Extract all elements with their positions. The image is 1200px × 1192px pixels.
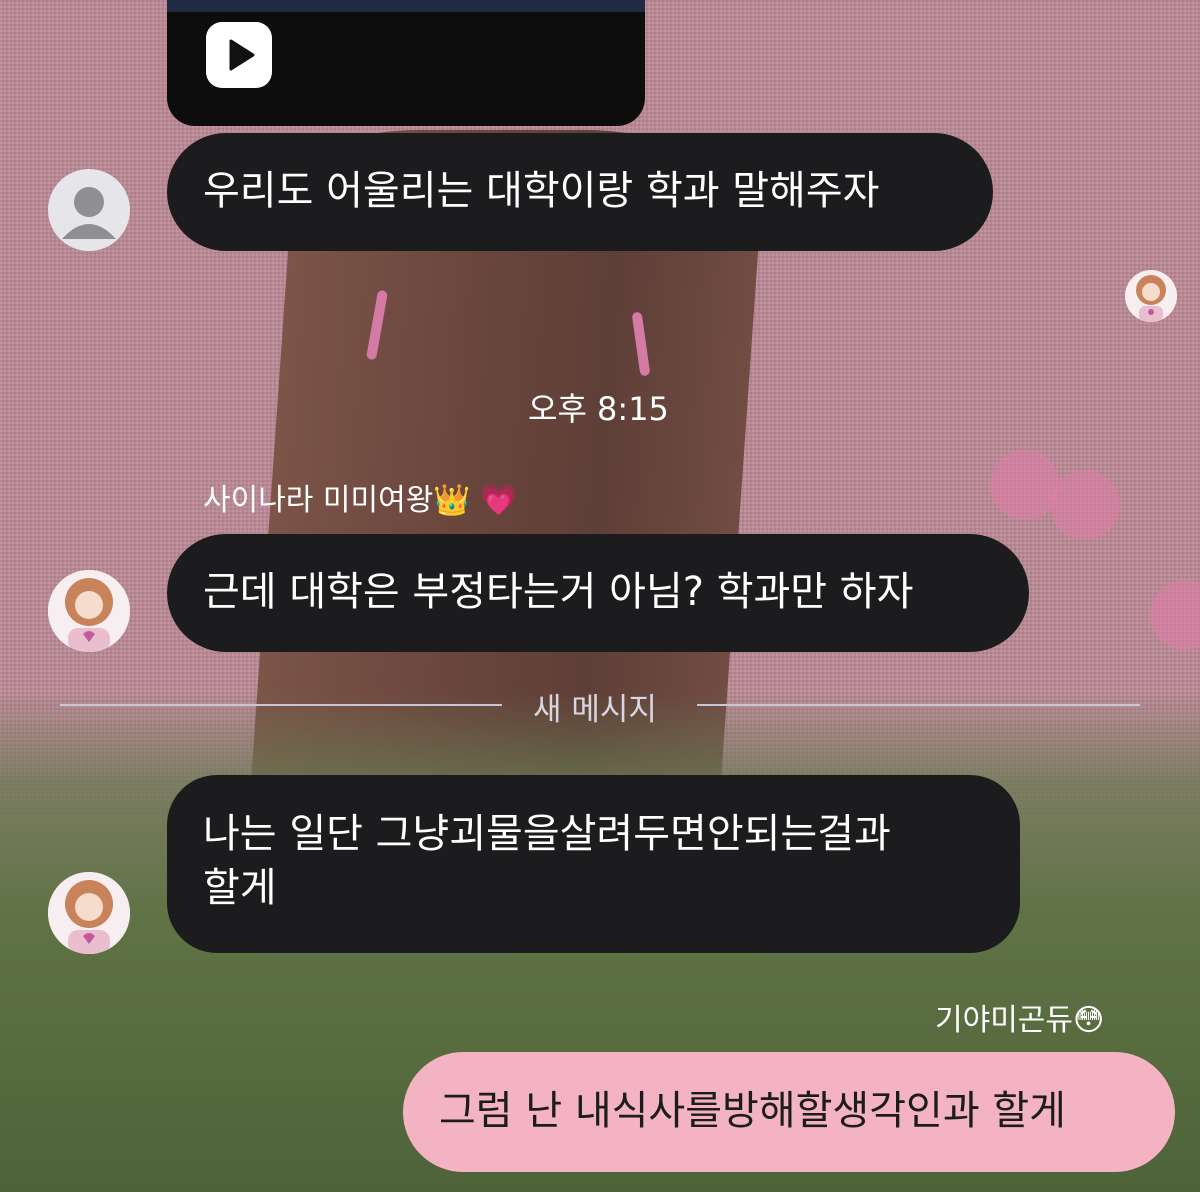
message-text-line: 할게 <box>203 865 277 911</box>
message-bubble[interactable]: 그럼 난 내식사를방해할생각인과 할게 <box>403 1052 1175 1172</box>
message-bubble[interactable]: 근데 대학은 부정타는거 아님? 학과만 하자 <box>167 534 1029 652</box>
avatar-default[interactable] <box>48 169 130 251</box>
play-icon[interactable] <box>206 22 272 88</box>
message-text: 그럼 난 내식사를방해할생각인과 할게 <box>439 1088 1066 1134</box>
sender-name: 사이나라 미미여왕👑 💗 <box>203 483 518 518</box>
divider-line-right <box>697 704 1140 706</box>
message-bubble[interactable]: 우리도 어울리는 대학이랑 학과 말해주자 <box>167 133 993 251</box>
background-flower <box>1150 580 1200 650</box>
video-thumbnail <box>167 0 645 12</box>
divider-line-left <box>60 704 502 706</box>
background-flower <box>1050 470 1120 540</box>
read-receipt-avatar <box>1125 270 1177 322</box>
timestamp: 오후 8:15 <box>528 390 669 428</box>
sender-name: 기야미곤듀😳 <box>935 1003 1105 1038</box>
new-messages-divider: 새 메시지 <box>533 692 657 728</box>
avatar-doll[interactable] <box>48 872 130 954</box>
video-message[interactable] <box>167 0 645 126</box>
message-text-line: 나는 일단 그냥괴물을살려두면안되는걸과 <box>203 811 891 857</box>
avatar-doll[interactable] <box>48 570 130 652</box>
message-text: 우리도 어울리는 대학이랑 학과 말해주자 <box>203 168 880 214</box>
message-bubble[interactable]: 나는 일단 그냥괴물을살려두면안되는걸과 할게 <box>167 775 1020 953</box>
message-text: 근데 대학은 부정타는거 아님? 학과만 하자 <box>203 569 914 615</box>
